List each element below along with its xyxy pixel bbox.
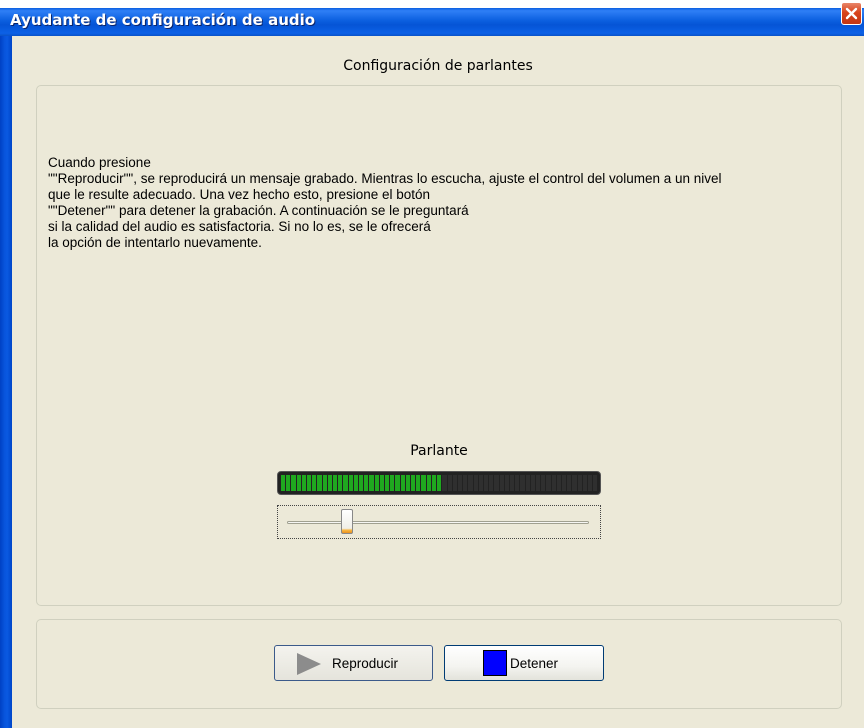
- meter-segment: [499, 475, 504, 491]
- meter-segment: [572, 475, 577, 491]
- instructions-line: Cuando presione: [48, 155, 151, 170]
- meter-segment: [338, 475, 343, 491]
- meter-segment: [530, 475, 535, 491]
- meter-segment: [567, 475, 572, 491]
- meter-segment: [416, 475, 421, 491]
- meter-segment: [494, 475, 499, 491]
- meter-segment: [489, 475, 494, 491]
- meter-segment: [587, 475, 593, 491]
- meter-segment: [473, 475, 478, 491]
- volume-slider-thumb[interactable]: [341, 509, 354, 534]
- meter-segment: [509, 475, 515, 491]
- meter-segment: [291, 475, 296, 491]
- meter-segment: [426, 475, 431, 491]
- instructions-line: si la calidad del audio es satisfactoria…: [48, 219, 431, 234]
- close-button[interactable]: [841, 2, 862, 25]
- meter-segment: [561, 475, 567, 491]
- meter-segment: [447, 475, 452, 491]
- meter-segment: [431, 475, 437, 491]
- meter-segment: [421, 475, 426, 491]
- meter-segment: [374, 475, 379, 491]
- meter-segment: [301, 475, 307, 491]
- meter-segment: [286, 475, 291, 491]
- meter-segment: [379, 475, 385, 491]
- meter-segment: [400, 475, 405, 491]
- meter-segment: [390, 475, 395, 491]
- meter-segment: [525, 475, 530, 491]
- meter-segment: [322, 475, 327, 491]
- meter-segment: [348, 475, 353, 491]
- meter-segment: [307, 475, 312, 491]
- meter-segment: [556, 475, 561, 491]
- play-button[interactable]: Reproducir: [274, 645, 433, 681]
- meter-segment: [452, 475, 457, 491]
- play-button-label: Reproducir: [332, 656, 399, 671]
- meter-segment: [577, 475, 582, 491]
- stop-icon: [483, 650, 507, 676]
- instructions-line: ""Detener"" para detener la grabación. A…: [48, 203, 469, 218]
- instructions-line: que le resulte adecuado. Una vez hecho e…: [48, 187, 431, 202]
- window-title: Ayudante de configuración de audio: [10, 11, 316, 29]
- play-icon: [297, 653, 321, 675]
- meter-segment: [478, 475, 483, 491]
- volume-slider-track[interactable]: [287, 521, 589, 524]
- meter-segment: [327, 475, 333, 491]
- top-margin: [0, 0, 864, 8]
- meter-segment: [520, 475, 525, 491]
- meter-segment: [541, 475, 546, 491]
- volume-slider[interactable]: [277, 505, 601, 539]
- audio-setup-window: Ayudante de configuración de audio Confi…: [0, 0, 864, 728]
- stop-button[interactable]: Detener: [444, 645, 604, 681]
- meter-segment: [369, 475, 374, 491]
- meter-segment: [582, 475, 587, 491]
- title-bar[interactable]: Ayudante de configuración de audio: [0, 2, 864, 36]
- meter-segment: [468, 475, 473, 491]
- meter-segment: [296, 475, 301, 491]
- instructions-line: la opción de intentarlo nuevamente.: [48, 235, 262, 250]
- page-title: Configuración de parlantes: [343, 58, 533, 74]
- meter-segment: [463, 475, 468, 491]
- window-left-border: [0, 36, 12, 728]
- meter-segment: [515, 475, 520, 491]
- instructions-line: ""Reproducir"", se reproducirá un mensaj…: [48, 171, 722, 186]
- meter-segment: [343, 475, 348, 491]
- meter-segment: [312, 475, 317, 491]
- meter-segment: [333, 475, 338, 491]
- meter-segment: [546, 475, 551, 491]
- meter-segments: [281, 475, 598, 491]
- speaker-level-meter: [277, 471, 601, 495]
- stop-button-label: Detener: [510, 656, 559, 671]
- instructions-text: Cuando presione ""Reproducir"", se repro…: [48, 155, 838, 251]
- speaker-label: Parlante: [410, 443, 468, 459]
- meter-segment: [457, 475, 463, 491]
- meter-segment: [411, 475, 416, 491]
- meter-segment: [593, 475, 598, 491]
- meter-segment: [385, 475, 390, 491]
- meter-segment: [317, 475, 322, 491]
- meter-segment: [442, 475, 447, 491]
- meter-segment: [281, 475, 286, 491]
- meter-segment: [551, 475, 556, 491]
- meter-segment: [353, 475, 359, 491]
- meter-segment: [504, 475, 509, 491]
- close-icon: [845, 7, 858, 20]
- meter-segment: [359, 475, 364, 491]
- meter-segment: [437, 475, 442, 491]
- meter-segment: [395, 475, 400, 491]
- button-group: [36, 619, 842, 709]
- meter-segment: [535, 475, 541, 491]
- meter-segment: [364, 475, 369, 491]
- meter-segment: [483, 475, 489, 491]
- meter-segment: [405, 475, 411, 491]
